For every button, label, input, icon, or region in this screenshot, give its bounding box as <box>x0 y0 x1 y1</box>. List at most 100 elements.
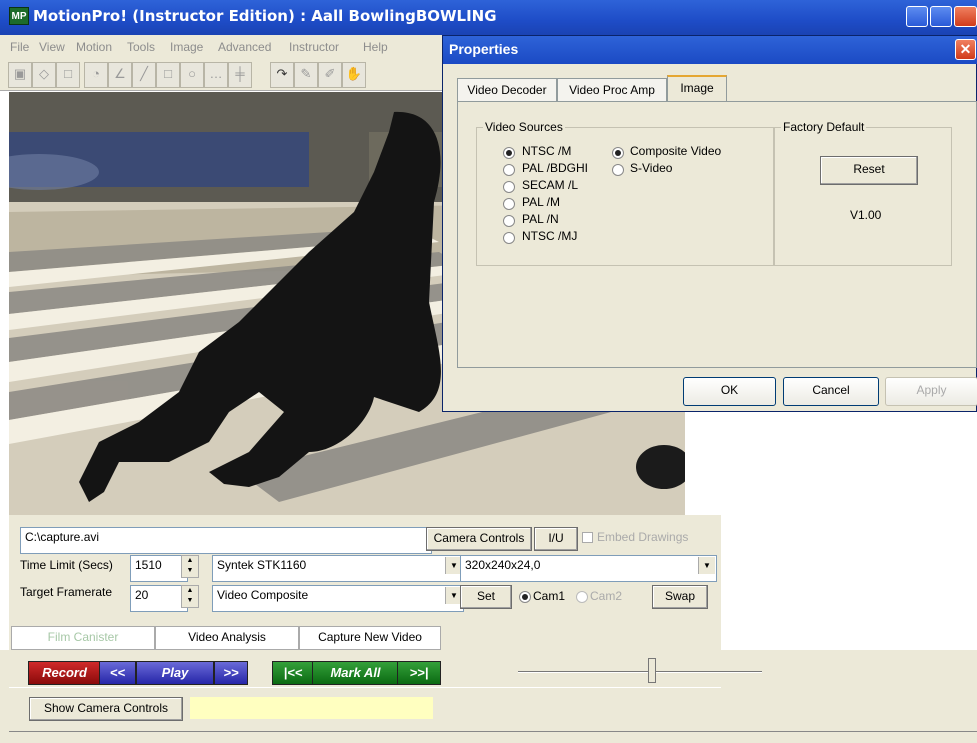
cam1-label: Cam1 <box>533 589 566 603</box>
secam-l-radio[interactable] <box>503 181 515 193</box>
cancel-button[interactable]: Cancel <box>783 377 879 406</box>
embed-drawings-label: Embed Drawings <box>597 530 689 544</box>
position-slider-thumb[interactable] <box>648 658 657 683</box>
window-title: MotionPro! (Instructor Edition) : Aall B… <box>33 7 497 25</box>
tab-image[interactable]: Image <box>667 75 727 104</box>
pencil-icon[interactable]: ✎ <box>294 62 318 88</box>
swap-button[interactable]: Swap <box>652 585 708 609</box>
source-select-value: Video Composite <box>217 588 309 602</box>
composite-video-radio[interactable] <box>612 147 624 159</box>
show-camera-controls-button[interactable]: Show Camera Controls <box>29 697 183 721</box>
line-tool-icon[interactable]: ╱ <box>132 62 156 88</box>
last-frame-button[interactable]: >>| <box>397 661 441 685</box>
time-limit-field[interactable]: 1510 <box>130 555 188 582</box>
target-framerate-spinner[interactable]: ▲ ▼ <box>181 585 199 608</box>
maximize-button[interactable] <box>930 6 952 27</box>
camera-controls-button[interactable]: Camera Controls <box>426 527 532 551</box>
pal-n-label: PAL /N <box>522 212 559 226</box>
transport-bar: Record << Play >> |<< Mark All >>| Show … <box>0 650 977 743</box>
menu-advanced[interactable]: Advanced <box>218 40 271 54</box>
ntsc-mj-radio[interactable] <box>503 232 515 244</box>
capture-panel: C:\capture.avi Camera Controls I/U Embed… <box>9 515 721 620</box>
tab-video-analysis[interactable]: Video Analysis <box>155 626 299 650</box>
device-select[interactable]: Syntek STK1160 ▼ <box>212 555 464 582</box>
menu-help[interactable]: Help <box>363 40 388 54</box>
chevron-down-icon: ▼ <box>698 557 715 574</box>
minimize-button[interactable] <box>906 6 928 27</box>
main-title-bar: MP MotionPro! (Instructor Edition) : Aal… <box>0 0 977 35</box>
tab-content: Video Sources NTSC /M PAL /BDGHI SECAM /… <box>457 101 977 368</box>
close-button[interactable] <box>954 6 977 27</box>
play-button[interactable]: Play <box>136 661 214 685</box>
s-video-label: S-Video <box>630 161 673 175</box>
app-icon: MP <box>9 7 29 25</box>
file-path-field[interactable]: C:\capture.avi <box>20 527 432 554</box>
mark-all-button[interactable]: Mark All <box>312 661 399 685</box>
record-button[interactable]: Record <box>28 661 101 685</box>
target-framerate-label: Target Framerate <box>20 585 113 599</box>
rotate-icon[interactable]: ↷ <box>270 62 294 88</box>
pal-m-radio[interactable] <box>503 198 515 210</box>
dialog-title-bar: Properties ✕ <box>443 36 977 64</box>
apply-button[interactable]: Apply <box>885 377 977 406</box>
tab-video-proc-amp[interactable]: Video Proc Amp <box>557 78 667 101</box>
target-framerate-field[interactable]: 20 <box>130 585 188 612</box>
position-slider-track[interactable] <box>518 671 762 673</box>
ntsc-mj-label: NTSC /MJ <box>522 229 578 243</box>
pal-n-radio[interactable] <box>503 215 515 227</box>
menu-bar: File View Motion Tools Image Advanced In… <box>0 35 450 57</box>
hand-icon[interactable]: ✋ <box>342 62 366 88</box>
circle-tool-icon[interactable]: ○ <box>180 62 204 88</box>
double-pencil-icon[interactable]: ✐ <box>318 62 342 88</box>
composite-video-label: Composite Video <box>630 144 722 158</box>
diamond-tool-icon[interactable]: ◇ <box>32 62 56 88</box>
dialog-title: Properties <box>449 41 519 57</box>
polyline-tool-icon[interactable]: … <box>204 62 228 88</box>
menu-image[interactable]: Image <box>170 40 203 54</box>
view-tabs: Film Canister Video Analysis Capture New… <box>9 620 721 650</box>
factory-default-label: Factory Default <box>781 120 867 134</box>
first-frame-button[interactable]: |<< <box>272 661 314 685</box>
device-select-value: Syntek STK1160 <box>217 558 307 572</box>
time-limit-spinner[interactable]: ▲ ▼ <box>181 555 199 578</box>
menu-file[interactable]: File <box>10 40 29 54</box>
s-video-radio[interactable] <box>612 164 624 176</box>
format-select[interactable]: 320x240x24,0 ▼ <box>460 555 717 582</box>
tab-video-decoder[interactable]: Video Decoder <box>457 78 557 101</box>
tab-capture-new-video[interactable]: Capture New Video <box>299 626 441 650</box>
io-button[interactable]: I/U <box>534 527 578 551</box>
format-select-value: 320x240x24,0 <box>465 558 541 572</box>
ntsc-m-radio[interactable] <box>503 147 515 159</box>
reset-button[interactable]: Reset <box>820 156 918 185</box>
menu-motion[interactable]: Motion <box>76 40 112 54</box>
menu-tools[interactable]: Tools <box>127 40 155 54</box>
source-select[interactable]: Video Composite ▼ <box>212 585 464 612</box>
video-sources-label: Video Sources <box>483 120 565 134</box>
frame-tool-icon[interactable]: □ <box>56 62 80 88</box>
set-button[interactable]: Set <box>460 585 512 609</box>
secam-l-label: SECAM /L <box>522 178 579 192</box>
pal-bdghi-radio[interactable] <box>503 164 515 176</box>
toolbar: ▣ ◇ □ ◔ ∠ ╱ □ ○ … ╪ ↷ ✎ ✐ ✋ <box>0 57 450 143</box>
open-icon[interactable]: ▣ <box>8 62 32 88</box>
menu-instructor[interactable]: Instructor <box>289 40 339 54</box>
ok-button[interactable]: OK <box>683 377 776 406</box>
dialog-close-icon[interactable]: ✕ <box>955 39 976 60</box>
split-tool-icon[interactable]: ╪ <box>228 62 252 88</box>
cam1-radio[interactable] <box>519 591 531 603</box>
pal-bdghi-label: PAL /BDGHI <box>522 161 589 175</box>
properties-dialog: Properties ✕ Video Decoder Video Proc Am… <box>442 35 977 412</box>
cam2-radio[interactable] <box>576 591 588 603</box>
status-bar <box>9 731 977 743</box>
rectangle-tool-icon[interactable]: □ <box>156 62 180 88</box>
forward-button[interactable]: >> <box>214 661 248 685</box>
menu-view[interactable]: View <box>39 40 65 54</box>
rewind-button[interactable]: << <box>99 661 136 685</box>
angle-tool-icon[interactable]: ∠ <box>108 62 132 88</box>
tab-film-canister[interactable]: Film Canister <box>11 626 155 650</box>
embed-drawings-checkbox[interactable] <box>582 532 593 543</box>
video-sources-group: Video Sources NTSC /M PAL /BDGHI SECAM /… <box>476 120 774 266</box>
clock-tool-icon[interactable]: ◔ <box>84 62 108 88</box>
pal-m-label: PAL /M <box>522 195 561 209</box>
status-message-box <box>190 697 433 719</box>
